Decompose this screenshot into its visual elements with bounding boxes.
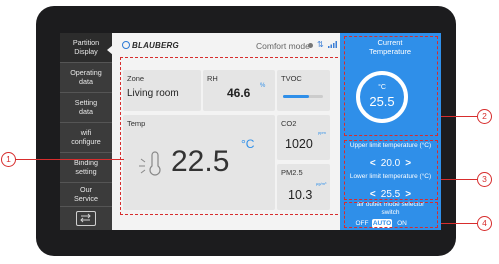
sidebar-item-operating-data[interactable]: Operating data (60, 63, 112, 93)
fan-icon: ⇅ (317, 40, 324, 49)
sidebar-item-label: Setting data (74, 98, 98, 116)
device-screen: Partition Display Operating data Setting… (60, 33, 441, 230)
callout-1: 1 (1, 152, 16, 167)
brand-logo: BLAUBERG (122, 41, 179, 50)
active-indicator-icon (107, 45, 113, 55)
brand-name: BLAUBERG (132, 41, 179, 50)
callout-2: 2 (477, 109, 492, 124)
sidebar-item-binding-setting[interactable]: Binding setting (60, 153, 112, 183)
sidebar-item-label: Partition Display (72, 38, 100, 56)
annotation-box-switch (344, 202, 438, 228)
sidebar-item-partition-display[interactable]: Partition Display (60, 33, 113, 63)
sidebar-item-label: Operating data (70, 68, 102, 86)
sidebar-item-wifi-configure[interactable]: wifi configure (60, 123, 112, 153)
callout-line-1 (14, 159, 124, 161)
annotation-box-current-temp (344, 36, 438, 136)
signal-icon (328, 41, 337, 50)
callout-3: 3 (477, 172, 492, 187)
sidebar-item-setting-data[interactable]: Setting data (60, 93, 112, 123)
sidebar-item-our-service[interactable]: Our Service (60, 183, 112, 207)
callout-line-4 (441, 223, 477, 225)
sidebar-item-label: Binding setting (74, 158, 98, 176)
brand-mark-icon (122, 41, 130, 49)
callout-line-3 (441, 179, 477, 181)
sidebar-item-label: wifi configure (71, 128, 101, 146)
callout-4: 4 (477, 216, 492, 231)
status-dot-icon (308, 43, 313, 48)
exit-icon[interactable] (76, 211, 96, 226)
callout-line-2 (441, 116, 477, 118)
sidebar: Partition Display Operating data Setting… (60, 33, 113, 230)
annotation-box-limits (344, 140, 438, 200)
annotation-box-main (120, 57, 343, 215)
mode-label: Comfort mode (256, 41, 310, 51)
sidebar-item-label: Our Service (74, 185, 98, 203)
